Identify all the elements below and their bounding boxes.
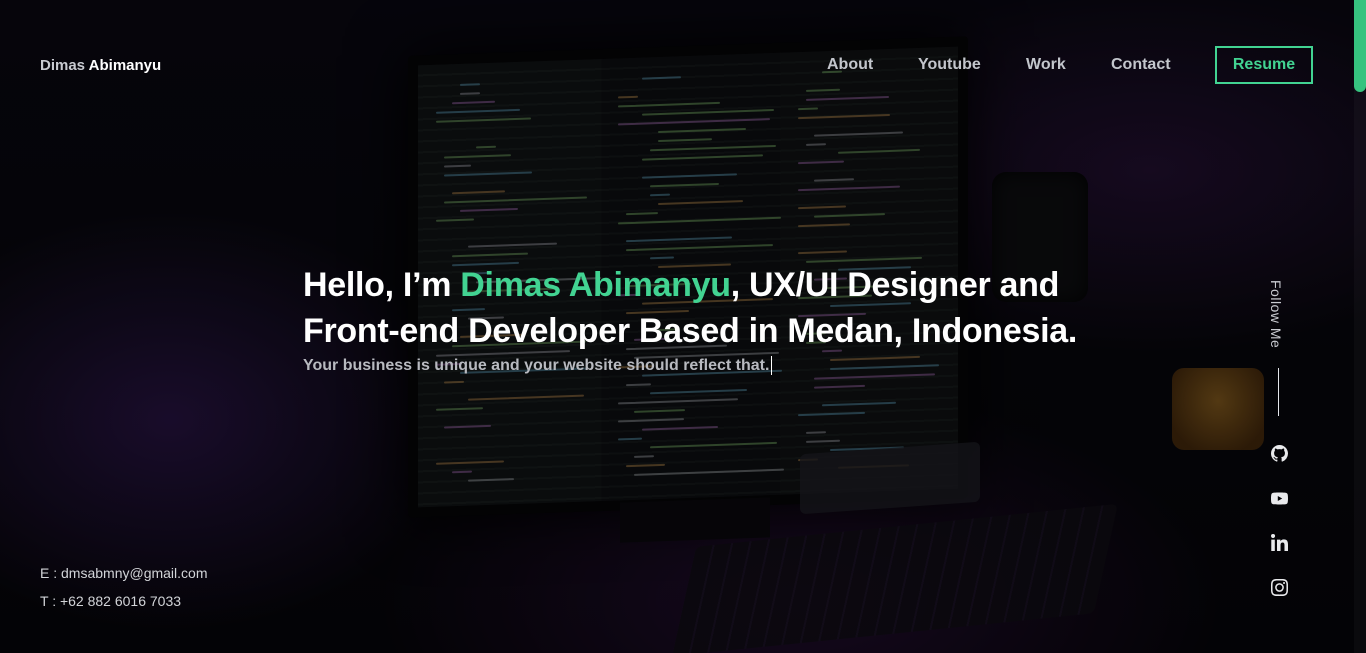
hero-headline: Hello, I’m Dimas Abimanyu, UX/UI Designe… bbox=[303, 262, 1093, 354]
brand-first-name: Dimas bbox=[40, 57, 86, 74]
headline-greeting: Hello, I’m bbox=[303, 266, 461, 304]
nav-link-contact[interactable]: Contact bbox=[1111, 56, 1171, 74]
tagline-text: Your business is unique and your website… bbox=[303, 356, 770, 374]
nav-link-about[interactable]: About bbox=[827, 56, 873, 74]
follow-me-text: Follow Me bbox=[1268, 280, 1284, 349]
follow-divider bbox=[1278, 368, 1279, 416]
contact-info: E : dmsabmny@gmail.com T : +62 882 6016 … bbox=[40, 559, 207, 615]
brand-logo[interactable]: Dimas Abimanyu bbox=[40, 57, 161, 74]
headline-name: Dimas Abimanyu bbox=[460, 266, 731, 304]
nav-link-work[interactable]: Work bbox=[1026, 56, 1066, 74]
hero-tagline: Your business is unique and your website… bbox=[303, 356, 773, 375]
brand-last-name: Abimanyu bbox=[88, 57, 162, 74]
hero-section: Hello, I’m Dimas Abimanyu, UX/UI Designe… bbox=[303, 262, 1093, 375]
instagram-icon[interactable] bbox=[1269, 577, 1289, 597]
typing-caret bbox=[771, 356, 773, 375]
youtube-icon[interactable] bbox=[1269, 488, 1289, 508]
resume-button[interactable]: Resume bbox=[1215, 46, 1313, 84]
nav-link-youtube[interactable]: Youtube bbox=[918, 56, 981, 74]
github-icon[interactable] bbox=[1269, 443, 1289, 463]
contact-phone[interactable]: T : +62 882 6016 7033 bbox=[40, 587, 207, 615]
scrollbar-thumb[interactable] bbox=[1354, 0, 1366, 92]
contact-email[interactable]: E : dmsabmny@gmail.com bbox=[40, 559, 207, 587]
linkedin-icon[interactable] bbox=[1269, 532, 1289, 552]
follow-me-label: Follow Me bbox=[1268, 280, 1290, 350]
scrollbar-track[interactable] bbox=[1354, 0, 1366, 653]
